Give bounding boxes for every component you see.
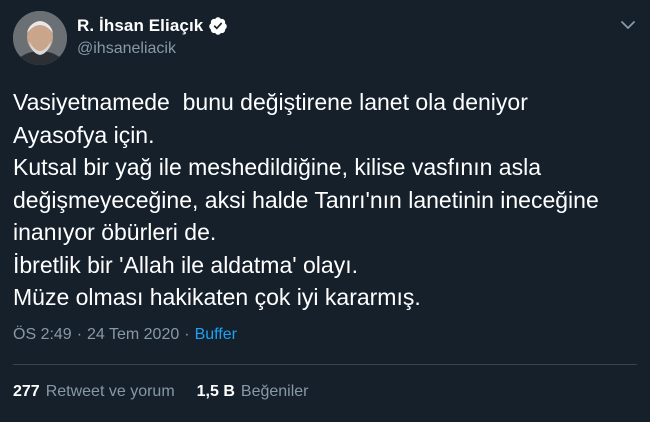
- author-handle[interactable]: @ihsaneliacik: [77, 40, 228, 58]
- tweet-text: Vasiyetnamede bunu değiştirene lanet ola…: [13, 89, 599, 310]
- retweets-label: Retweet ve yorum: [45, 383, 175, 400]
- avatar[interactable]: [13, 11, 67, 65]
- likes-stat[interactable]: 1,5 B Beğeniler: [197, 383, 309, 401]
- retweets-stat[interactable]: 277 Retweet ve yorum: [13, 383, 175, 401]
- tweet-date[interactable]: 24 Tem 2020: [87, 326, 179, 344]
- verified-badge-icon: [208, 16, 228, 36]
- meta-separator: ·: [184, 326, 190, 343]
- divider: [13, 364, 637, 365]
- tweet-meta: ÖS 2:49 · 24 Tem 2020 · Buffer: [13, 326, 237, 344]
- chevron-down-icon[interactable]: [618, 15, 638, 35]
- tweet-card: R. İhsan Eliaçık @ihsaneliacik Vasiyetna…: [0, 0, 650, 422]
- retweets-count: 277: [13, 383, 40, 400]
- likes-count: 1,5 B: [196, 383, 235, 400]
- tweet-stats: 277 Retweet ve yorum 1,5 B Beğeniler: [13, 383, 331, 401]
- meta-separator: ·: [76, 326, 83, 343]
- tweet-header: R. İhsan Eliaçık @ihsaneliacik: [13, 11, 638, 67]
- author-names: R. İhsan Eliaçık @ihsaneliacik: [77, 14, 228, 58]
- tweet-source-link[interactable]: Buffer: [195, 326, 237, 344]
- name-row: R. İhsan Eliaçık: [77, 14, 228, 38]
- tweet-time[interactable]: ÖS 2:49: [13, 326, 72, 344]
- likes-label: Beğeniler: [240, 383, 309, 400]
- author-display-name[interactable]: R. İhsan Eliaçık: [77, 16, 203, 36]
- avatar-portrait: [13, 11, 67, 65]
